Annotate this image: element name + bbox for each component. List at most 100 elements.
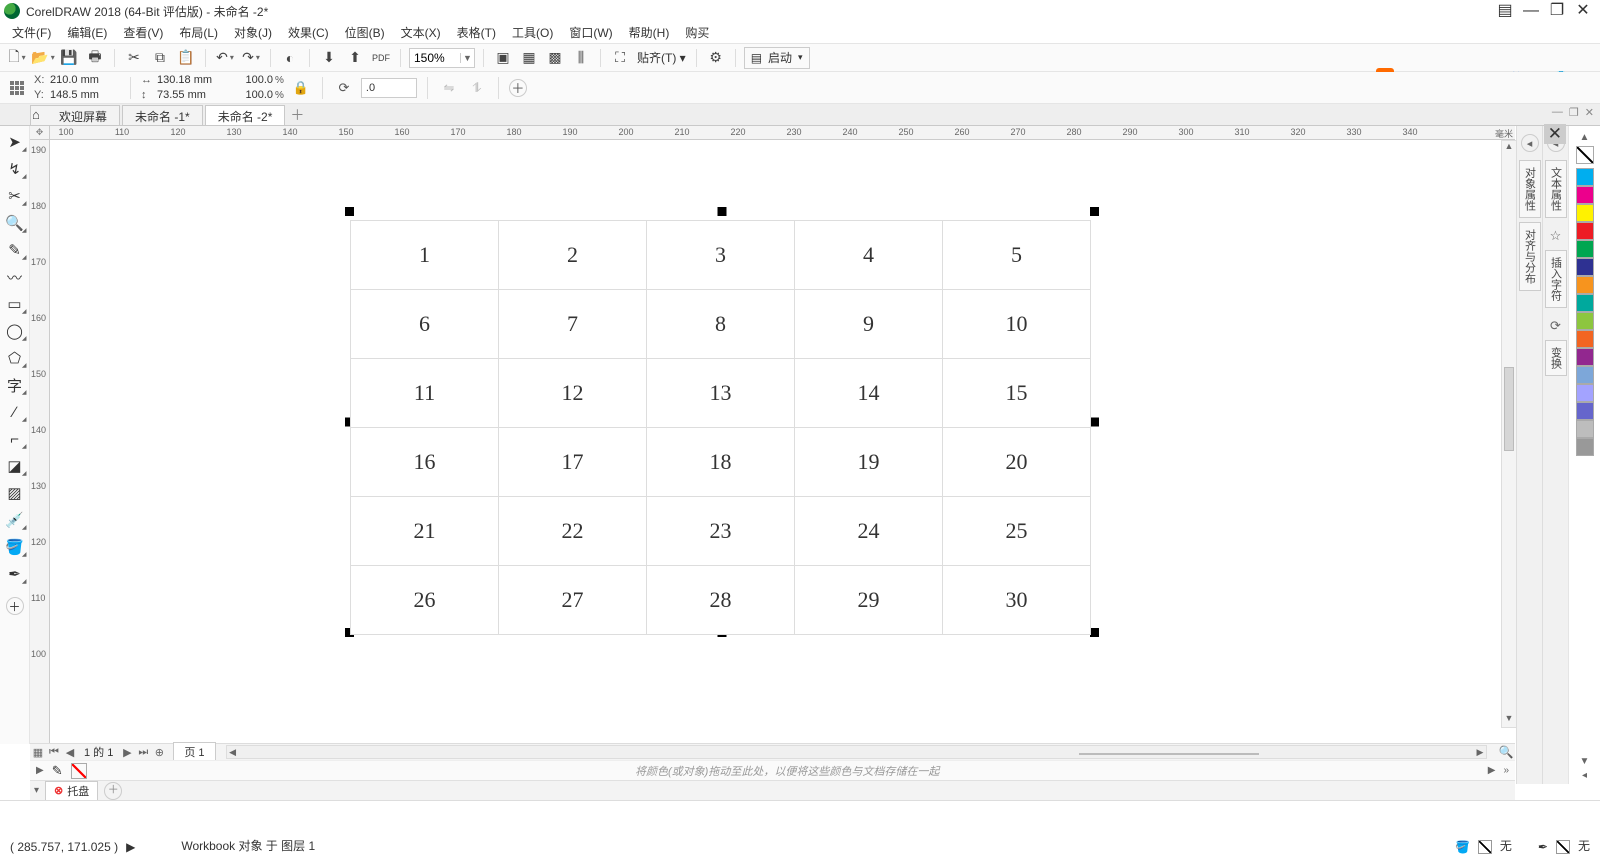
docpalette-eyedropper-icon[interactable]: ✎: [52, 763, 63, 779]
copy-button[interactable]: ⧉: [149, 47, 171, 69]
table-cell[interactable]: 18: [647, 428, 795, 497]
scroll-left-icon[interactable]: ◀: [227, 747, 239, 758]
vertical-scrollbar[interactable]: ▲ ▼: [1501, 140, 1517, 728]
table-cell[interactable]: 6: [351, 290, 499, 359]
docpalette-flyout-icon[interactable]: »: [1503, 765, 1509, 776]
outline-indicator-icon[interactable]: ✒: [1538, 840, 1548, 854]
table-cell[interactable]: 22: [499, 497, 647, 566]
menu-buy[interactable]: 购买: [677, 22, 717, 43]
outline-swatch-none[interactable]: [1556, 840, 1570, 854]
launch-button[interactable]: ▤ 启动 ▾: [744, 47, 810, 69]
menu-edit[interactable]: 编辑(E): [59, 22, 115, 43]
ellipse-tool[interactable]: ◯◢: [2, 319, 28, 343]
height-value[interactable]: 73.55 mm: [157, 89, 227, 101]
page-last-icon[interactable]: ⏭: [135, 746, 151, 759]
docker-insert-char[interactable]: 插入字符: [1545, 250, 1567, 308]
tab-welcome[interactable]: ⌂欢迎屏幕: [30, 105, 120, 125]
zoom-combo[interactable]: ▼: [409, 48, 475, 68]
palette-swatch[interactable]: [1576, 402, 1594, 420]
table-cell[interactable]: 9: [795, 290, 943, 359]
page-prev-icon[interactable]: ◀: [62, 746, 78, 759]
palette-swatch[interactable]: [1576, 294, 1594, 312]
drop-shadow-tool[interactable]: ◪◢: [2, 454, 28, 478]
new-tab-button[interactable]: ＋: [287, 105, 307, 125]
connector-tool[interactable]: ⌐◢: [2, 427, 28, 451]
save-button[interactable]: 💾: [58, 47, 80, 69]
zoom-fit-icon[interactable]: 🔍: [1497, 745, 1515, 759]
eyedropper-tool[interactable]: 💉◢: [2, 508, 28, 532]
table-cell[interactable]: 28: [647, 566, 795, 635]
docker-text-properties[interactable]: 文本属性: [1545, 160, 1567, 218]
scroll-right-icon[interactable]: ▶: [1474, 747, 1486, 758]
table-cell[interactable]: 20: [943, 428, 1091, 497]
palette-flyout-icon[interactable]: ◂: [1582, 770, 1587, 784]
export-button[interactable]: ⬆: [344, 47, 366, 69]
palette-swatch[interactable]: [1576, 384, 1594, 402]
table-cell[interactable]: 15: [943, 359, 1091, 428]
menu-text[interactable]: 文本(X): [393, 22, 449, 43]
ruler-horizontal[interactable]: 毫米 1001101201301401501601701801902002102…: [50, 126, 1515, 140]
table-cell[interactable]: 3: [647, 221, 795, 290]
handle-n[interactable]: [718, 207, 727, 216]
table-cell[interactable]: 26: [351, 566, 499, 635]
snap-to-label[interactable]: 贴齐(T) ▾: [635, 49, 688, 66]
pick-tool[interactable]: ➤◢: [2, 130, 28, 154]
menu-object[interactable]: 对象(J): [226, 22, 280, 43]
scale-x-value[interactable]: 100.0: [233, 74, 273, 86]
table-cell[interactable]: 30: [943, 566, 1091, 635]
menu-bitmap[interactable]: 位图(B): [337, 22, 393, 43]
print-button[interactable]: 🖶: [84, 47, 106, 69]
docker-object-properties[interactable]: 对象属性: [1519, 160, 1541, 218]
open-button[interactable]: 📂: [32, 47, 54, 69]
artistic-media-tool[interactable]: 〰: [2, 265, 28, 289]
page-add-icon[interactable]: ⊕: [151, 746, 167, 759]
palette-swatch[interactable]: [1576, 366, 1594, 384]
snap-off-button[interactable]: ⛶: [609, 47, 631, 69]
fill-swatch-none[interactable]: [1478, 840, 1492, 854]
docpalette-no-color[interactable]: [71, 763, 87, 779]
palette-swatch[interactable]: [1576, 240, 1594, 258]
ruler-origin[interactable]: ✥: [30, 126, 50, 140]
page-tab-1[interactable]: 页 1: [173, 742, 215, 762]
tab-minimize-icon[interactable]: —: [1552, 106, 1563, 119]
tray-caret-icon[interactable]: ▾: [34, 785, 39, 796]
import-button[interactable]: ⬇: [318, 47, 340, 69]
options-button[interactable]: ⚙: [705, 47, 727, 69]
toolbox-customize-button[interactable]: ＋: [6, 597, 24, 615]
fill-tool[interactable]: 🪣◢: [2, 535, 28, 559]
new-button[interactable]: 🗋: [6, 47, 28, 69]
menu-view[interactable]: 查看(V): [115, 22, 171, 43]
maximize-button[interactable]: ❐: [1544, 3, 1570, 19]
table-cell[interactable]: 1: [351, 221, 499, 290]
tab-doc1[interactable]: 未命名 -1*: [122, 105, 203, 125]
table-cell[interactable]: 17: [499, 428, 647, 497]
canvas[interactable]: × 12345678910111213141516171819202122232…: [50, 140, 1515, 744]
menu-help[interactable]: 帮助(H): [621, 22, 678, 43]
handle-e[interactable]: [1090, 418, 1099, 427]
mirror-h-button[interactable]: ⇋: [438, 77, 460, 99]
pdf-button[interactable]: PDF: [370, 47, 392, 69]
transparency-tool[interactable]: ▨: [2, 481, 28, 505]
page-first-icon[interactable]: ⏮: [46, 746, 62, 759]
tab-restore-icon[interactable]: ❐: [1569, 106, 1579, 119]
table-cell[interactable]: 27: [499, 566, 647, 635]
horizontal-scrollbar[interactable]: ◀ ▶: [226, 745, 1487, 759]
docker-transform-icon[interactable]: ⟳: [1546, 316, 1566, 336]
add-preset-button[interactable]: ＋: [509, 79, 527, 97]
tab-doc2[interactable]: 未命名 -2*: [205, 105, 286, 125]
palette-swatch[interactable]: [1576, 204, 1594, 222]
palette-swatch[interactable]: [1576, 438, 1594, 456]
menu-effects[interactable]: 效果(C): [280, 22, 337, 43]
menu-tools[interactable]: 工具(O): [504, 22, 561, 43]
menu-layout[interactable]: 布局(L): [171, 22, 226, 43]
scroll-down-icon[interactable]: ▼: [1502, 713, 1516, 727]
polygon-tool[interactable]: ⬠◢: [2, 346, 28, 370]
tab-close-icon[interactable]: ✕: [1585, 106, 1594, 119]
text-tool[interactable]: 字◢: [2, 373, 28, 397]
scroll-thumb-v[interactable]: [1504, 367, 1514, 451]
zoom-dropdown-icon[interactable]: ▼: [460, 53, 474, 63]
help-doc-icon[interactable]: ▤: [1492, 3, 1518, 19]
palette-swatch[interactable]: [1576, 420, 1594, 438]
show-grid-button[interactable]: ▩: [544, 47, 566, 69]
docker-align-distribute[interactable]: 对齐与分布: [1519, 222, 1541, 291]
